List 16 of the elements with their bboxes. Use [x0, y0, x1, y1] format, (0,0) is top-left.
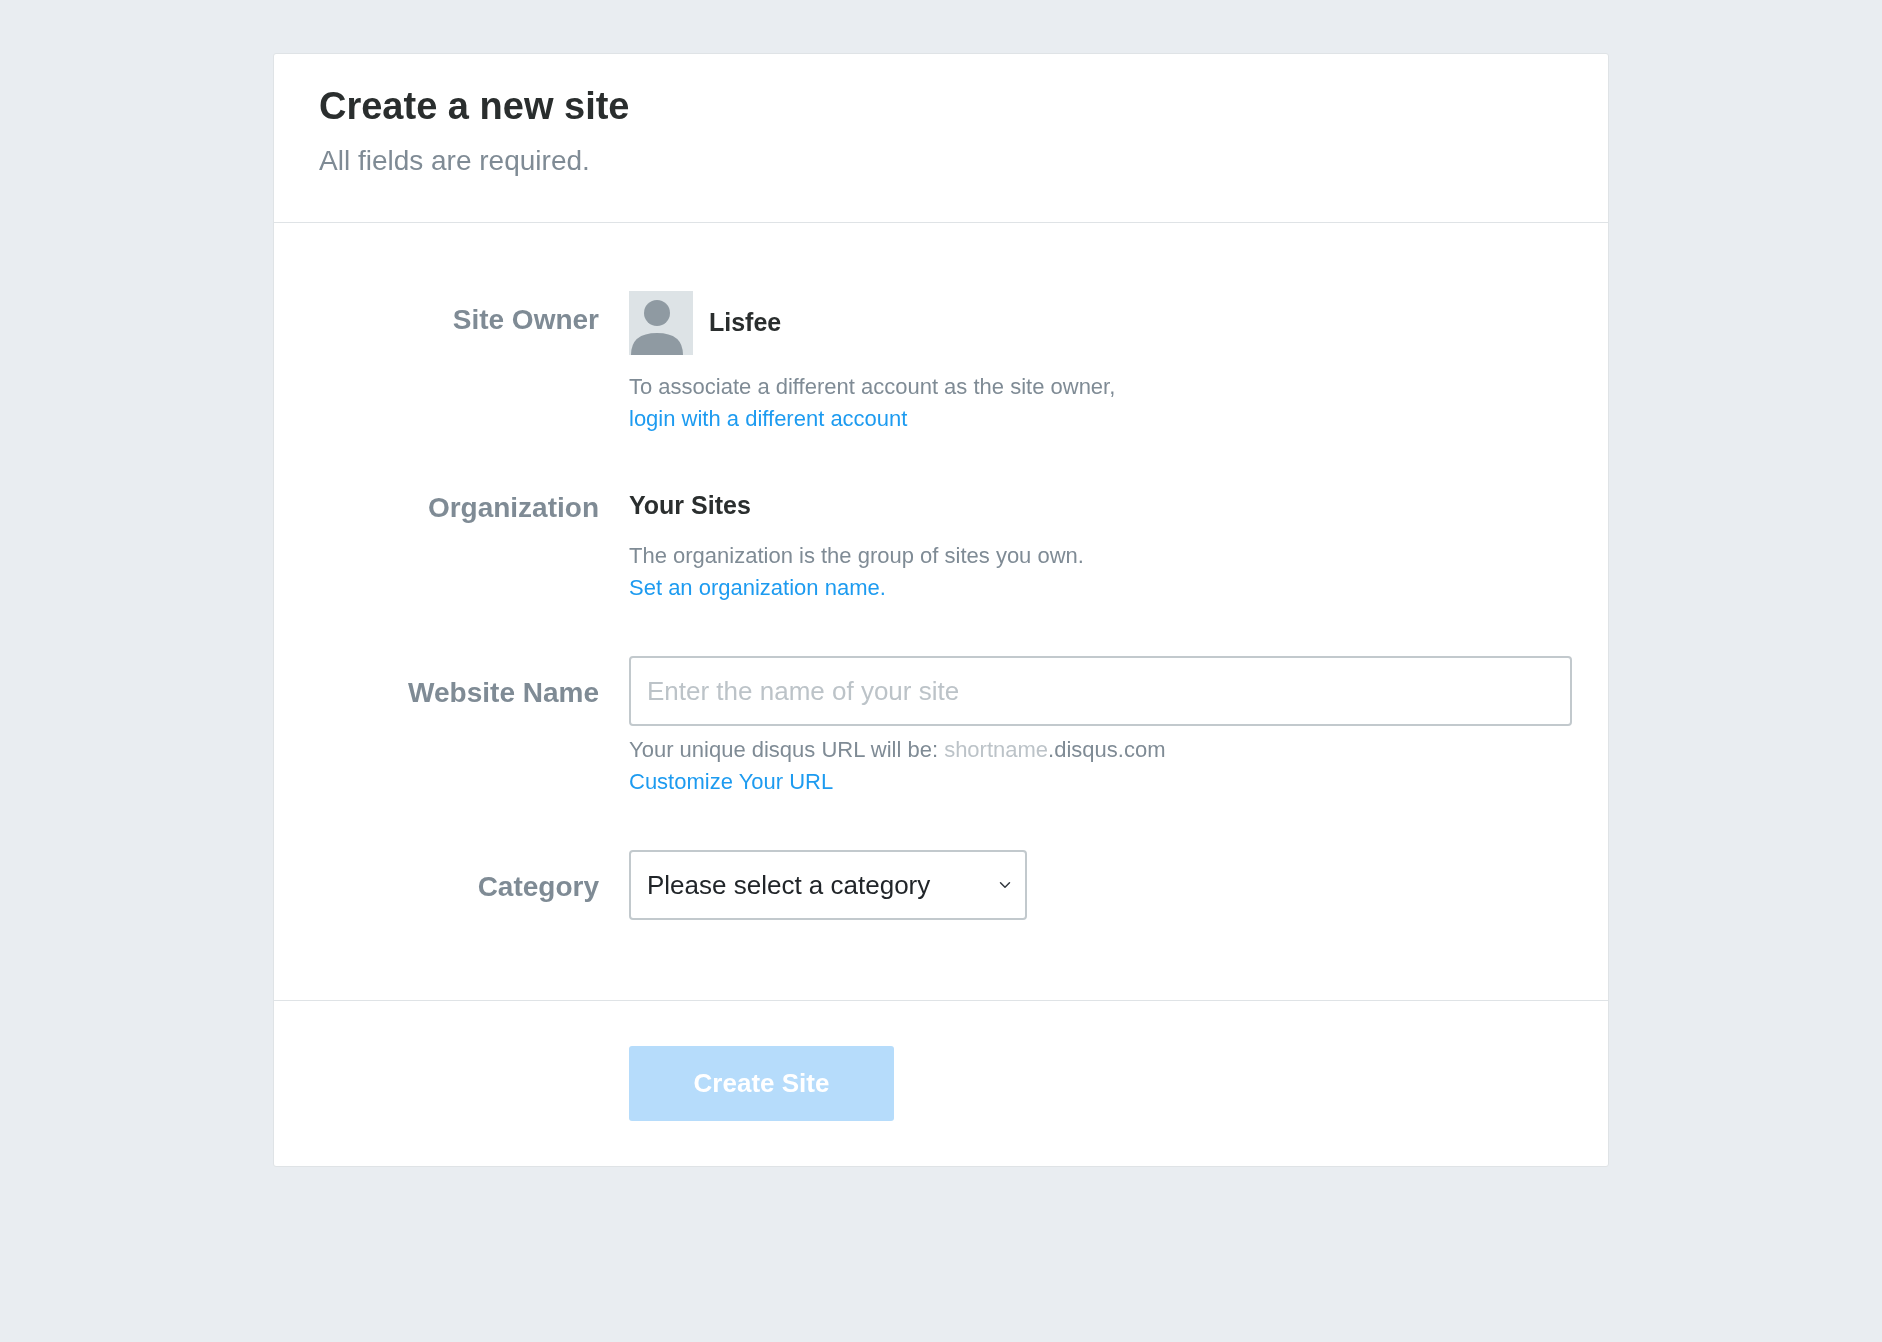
page-title: Create a new site	[319, 84, 631, 129]
owner-name: Lisfee	[709, 306, 782, 338]
field-label: Website Name	[407, 676, 599, 711]
website-name-field[interactable]: Enter the name of your site	[629, 656, 1572, 727]
page-subtitle: All fields are required.	[319, 143, 591, 178]
field-label: Organization	[426, 490, 599, 525]
help-text: The organization is the group of sites you own.	[629, 542, 1085, 571]
help-text: Your unique disqus URL will be: shortname.disqus.com	[629, 736, 1167, 765]
category-dropdown[interactable]: Please select a category	[629, 850, 1027, 921]
field-label: Category	[476, 870, 599, 905]
login-link[interactable]: login with a different account	[629, 405, 908, 431]
organization-name: Your Sites	[629, 489, 752, 521]
customize-url-link[interactable]: Customize Your URL	[629, 769, 834, 795]
help-text: To associate a different account as the site owner,	[629, 372, 1117, 401]
field-label: Site Owner	[451, 302, 599, 337]
organization-link[interactable]: Set an organization name.	[629, 575, 886, 601]
